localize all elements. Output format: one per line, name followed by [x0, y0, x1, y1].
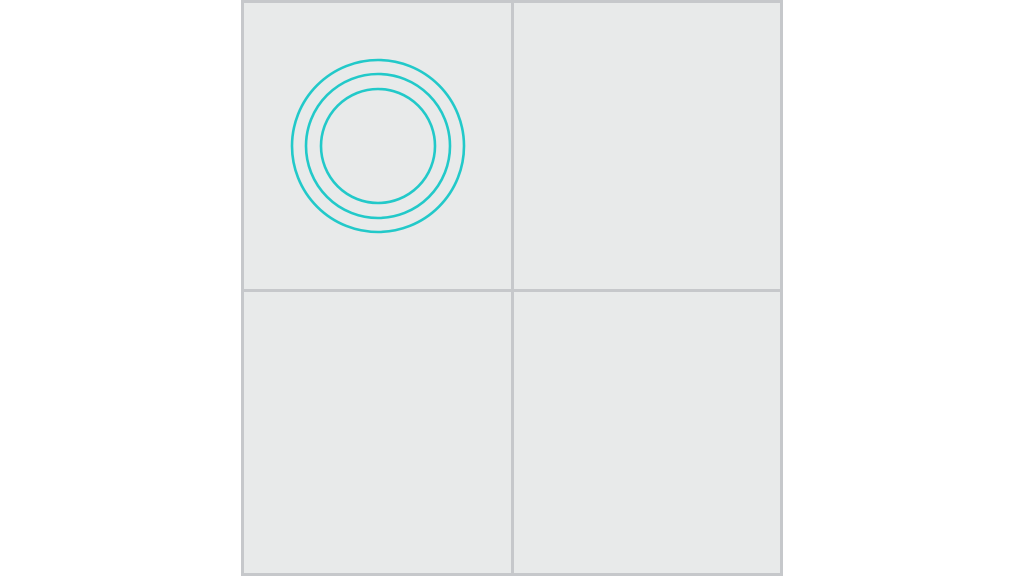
outer-ring — [290, 58, 466, 234]
board-cell-r0-c1[interactable] — [513, 3, 780, 289]
board-cell-r1-c1[interactable] — [513, 292, 780, 573]
game-board — [241, 0, 783, 576]
game-stage — [0, 0, 1024, 576]
board-cell-r0-c0[interactable] — [244, 3, 511, 289]
inner-ring — [319, 87, 437, 205]
board-cell-r1-c0[interactable] — [244, 292, 511, 573]
concentric-rings-icon — [289, 57, 467, 235]
middle-ring — [304, 72, 452, 220]
